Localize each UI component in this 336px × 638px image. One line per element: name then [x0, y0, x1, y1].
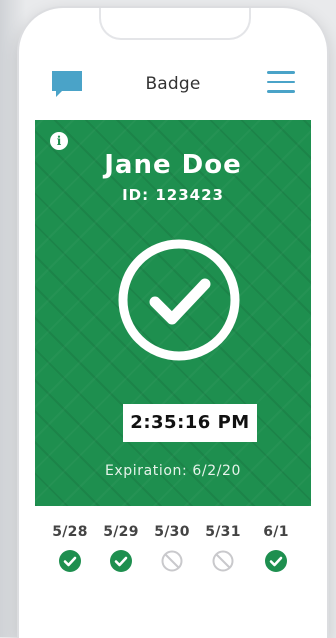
user-name: Jane Doe: [104, 150, 242, 180]
day-label: 5/31: [205, 524, 241, 540]
app-header: Badge: [19, 58, 327, 114]
no-entry-icon: [161, 550, 183, 572]
day-history: 5/28 5/29 5/30 5/31 6/1: [45, 524, 305, 584]
hamburger-menu-icon[interactable]: [267, 71, 295, 93]
check-icon: [110, 550, 132, 572]
check-icon: [265, 550, 287, 572]
day-item: 5/31: [198, 524, 248, 572]
check-icon: [59, 550, 81, 572]
day-item: 5/30: [147, 524, 197, 572]
day-label: 5/30: [154, 524, 190, 540]
phone-notch: [99, 8, 251, 40]
day-item: 6/1: [251, 524, 301, 572]
expiration-date: Expiration: 6/2/20: [104, 463, 242, 479]
user-id: ID: 123423: [122, 186, 224, 204]
day-label: 6/1: [263, 524, 289, 540]
day-item: 5/28: [45, 524, 95, 572]
day-label: 5/28: [52, 524, 88, 540]
day-item: 5/29: [96, 524, 146, 572]
current-time: 2:35:16 PM: [123, 404, 257, 442]
check-circle-icon: [118, 239, 240, 361]
badge-card: i Jane Doe ID: 123423 2:35:16 PM Expirat…: [35, 120, 311, 506]
no-entry-icon: [212, 550, 234, 572]
day-label: 5/29: [103, 524, 139, 540]
phone-frame: Badge i Jane Doe ID: 123423 2:35:16 PM E…: [19, 8, 327, 638]
info-icon[interactable]: i: [50, 132, 68, 150]
